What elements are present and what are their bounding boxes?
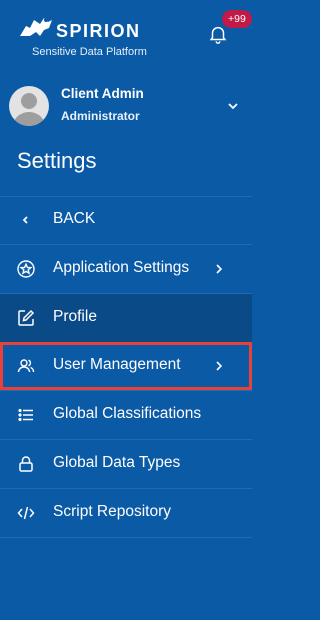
list-icon bbox=[18, 408, 33, 422]
edit-icon bbox=[18, 309, 35, 326]
chevron-left-icon bbox=[22, 216, 28, 224]
user-role: Administrator bbox=[61, 109, 140, 123]
divider bbox=[0, 537, 252, 538]
code-icon bbox=[17, 506, 35, 520]
menu-item-label: User Management bbox=[53, 356, 181, 373]
header: SPIRION Sensitive Data Platform +99 bbox=[0, 0, 252, 72]
brand-logo[interactable]: SPIRION Sensitive Data Platform bbox=[18, 14, 188, 62]
menu-item-global-classifications[interactable]: Global Classifications bbox=[0, 391, 252, 439]
chevron-right-icon bbox=[216, 264, 223, 274]
sidebar: SPIRION Sensitive Data Platform +99 Clie… bbox=[0, 0, 252, 620]
menu-item-label: Global Data Types bbox=[53, 454, 181, 471]
user-name: Client Admin bbox=[61, 86, 144, 101]
menu-item-label: Script Repository bbox=[53, 503, 172, 520]
menu-item-label: Application Settings bbox=[53, 259, 190, 276]
chevron-right-icon bbox=[216, 361, 223, 371]
users-icon bbox=[17, 359, 35, 373]
lock-icon bbox=[19, 456, 33, 472]
chevron-down-icon[interactable] bbox=[227, 100, 239, 112]
page-title: Settings bbox=[17, 148, 97, 173]
menu-item-label: BACK bbox=[53, 210, 96, 227]
menu-item-profile[interactable]: Profile bbox=[0, 294, 252, 342]
menu-item-label: Profile bbox=[53, 308, 97, 325]
menu-item-label: Global Classifications bbox=[53, 405, 202, 422]
menu-item-user-management[interactable]: User Management bbox=[0, 342, 252, 390]
star-badge-icon bbox=[17, 260, 35, 278]
menu-item-application-settings[interactable]: Application Settings bbox=[0, 245, 252, 293]
menu-item-back[interactable]: BACK bbox=[0, 196, 252, 244]
avatar bbox=[9, 86, 49, 126]
brand-name: SPIRION bbox=[56, 21, 141, 41]
spirion-logo-icon bbox=[20, 18, 52, 36]
brand-tagline: Sensitive Data Platform bbox=[32, 46, 147, 58]
avatar-icon bbox=[13, 93, 45, 126]
user-profile-toggle[interactable]: Client Admin Administrator bbox=[0, 78, 252, 134]
notification-badge: +99 bbox=[222, 10, 252, 28]
menu-item-script-repository[interactable]: Script Repository bbox=[0, 489, 252, 537]
menu-item-global-data-types[interactable]: Global Data Types bbox=[0, 440, 252, 488]
